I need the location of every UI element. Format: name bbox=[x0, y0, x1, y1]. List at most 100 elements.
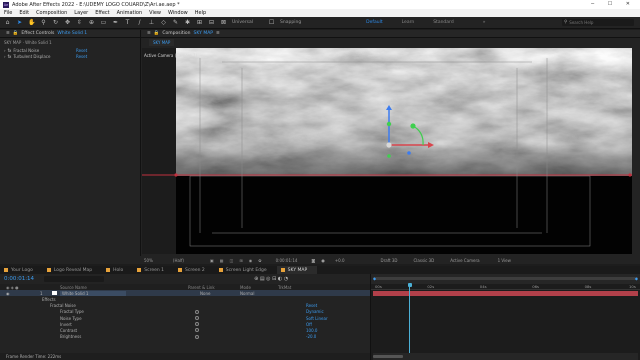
prop-value[interactable]: 100.0 bbox=[306, 328, 317, 333]
panel-lock-icon[interactable]: 🔒 bbox=[154, 31, 160, 36]
expand-arrow-icon[interactable]: › bbox=[4, 48, 6, 53]
panel-lock-icon[interactable]: 🔒 bbox=[13, 31, 19, 36]
camera-snapshot-icon[interactable]: ◙ bbox=[311, 258, 315, 263]
workspace-learn[interactable]: Learn bbox=[402, 20, 415, 25]
timeline-switches-icons[interactable]: ⊕ ▤ ◎ ⊟ ◐ ◔ bbox=[254, 276, 288, 282]
layer-duration-bar[interactable] bbox=[373, 291, 638, 296]
comp-flow-tab[interactable]: SKY MAP bbox=[149, 39, 175, 46]
menu-animation[interactable]: Animation bbox=[117, 10, 143, 16]
effect-row[interactable]: › fx Turbulent Displace Reset bbox=[0, 53, 140, 59]
prop-value[interactable]: Soft Linear bbox=[306, 316, 328, 321]
view-axis-icon[interactable]: ⊠ bbox=[220, 19, 227, 26]
playhead-handle[interactable] bbox=[407, 283, 412, 287]
show-channel-icon[interactable]: ● bbox=[321, 258, 325, 263]
zoom-dropdown[interactable]: 50% bbox=[144, 258, 153, 263]
stopwatch-icon[interactable] bbox=[195, 309, 199, 314]
stopwatch-icon[interactable] bbox=[195, 334, 199, 339]
viewer-canvas[interactable] bbox=[142, 48, 632, 254]
navigator-bar[interactable] bbox=[373, 277, 638, 280]
panel-menu-icon[interactable]: ≡ bbox=[147, 31, 151, 36]
current-time-display[interactable]: 0:00:01:14 bbox=[276, 258, 298, 263]
effect-controls-tab[interactable]: ≡ 🔒 Effect Controls White Solid 1 bbox=[0, 30, 140, 38]
prop-value[interactable]: Dynamic bbox=[306, 309, 324, 314]
tab-screen-1[interactable]: Screen 1 bbox=[133, 266, 174, 274]
camera-view-dropdown[interactable]: Active Camera bbox=[450, 258, 479, 263]
eraser-icon[interactable]: ◇ bbox=[160, 19, 167, 26]
renderer-dropdown[interactable]: Classic 3D bbox=[414, 258, 435, 263]
orbit-camera-icon[interactable]: ↻ bbox=[52, 19, 59, 26]
tab-menu-icon[interactable]: ≡ bbox=[216, 31, 220, 36]
rectangle-tool-icon[interactable]: ▭ bbox=[100, 19, 107, 26]
roto-brush-icon[interactable]: ✎ bbox=[172, 19, 179, 26]
mode-dropdown[interactable]: Normal bbox=[240, 291, 254, 296]
z-handle[interactable] bbox=[386, 121, 392, 127]
menu-window[interactable]: Window bbox=[168, 10, 188, 16]
parent-dropdown[interactable]: None bbox=[200, 291, 210, 296]
zoom-tool-icon[interactable]: ⚲ bbox=[40, 19, 47, 26]
mask-visibility-icon[interactable]: ◫ bbox=[230, 258, 234, 263]
zoom-slider[interactable] bbox=[373, 355, 403, 358]
work-area-start-icon[interactable]: ◆ bbox=[373, 276, 376, 281]
panel-menu-icon[interactable]: ≡ bbox=[6, 31, 10, 36]
color-channel-icon[interactable]: ✿ bbox=[258, 258, 261, 263]
pan-behind-icon[interactable]: ⊕ bbox=[88, 19, 95, 26]
workspace-default[interactable]: Default bbox=[366, 20, 382, 25]
horizon-handle-left[interactable] bbox=[174, 173, 178, 177]
search-help-box[interactable]: ⚲ Search Help bbox=[562, 19, 634, 26]
local-axis-icon[interactable]: ⊞ bbox=[196, 19, 203, 26]
menu-edit[interactable]: Edit bbox=[19, 10, 29, 16]
workspace-overflow-icon[interactable]: » bbox=[483, 20, 486, 25]
pen-tool-icon[interactable]: ✒ bbox=[112, 19, 119, 26]
resolution-dropdown[interactable]: (Half) bbox=[173, 258, 184, 263]
snapping-checkbox[interactable]: ☐ bbox=[268, 19, 275, 26]
views-dropdown[interactable]: 1 View bbox=[498, 258, 511, 263]
selection-tool-icon[interactable]: ➤ bbox=[16, 19, 23, 26]
effect-reset-button[interactable]: Reset bbox=[76, 48, 87, 53]
trkmat-header[interactable]: TrkMat bbox=[278, 285, 291, 290]
menu-layer[interactable]: Layer bbox=[74, 10, 88, 16]
menu-view[interactable]: View bbox=[149, 10, 161, 16]
timeline-current-time[interactable]: 0:00:01:14 bbox=[4, 276, 34, 282]
pan-camera-icon[interactable]: ✥ bbox=[64, 19, 71, 26]
stopwatch-icon[interactable] bbox=[195, 328, 199, 333]
layer-name[interactable]: White Solid 1 bbox=[60, 290, 126, 296]
stopwatch-icon[interactable] bbox=[195, 322, 199, 327]
tab-screen-light-edge[interactable]: Screen Light Edge bbox=[215, 266, 277, 274]
fx-badge-icon[interactable]: fx bbox=[8, 48, 12, 53]
playhead[interactable] bbox=[409, 284, 411, 360]
gizmo-dot[interactable] bbox=[387, 154, 391, 158]
prop-row[interactable]: Brightness -20.0 bbox=[0, 334, 370, 340]
timeline-zoom-bar[interactable] bbox=[373, 353, 638, 360]
eye-icon[interactable]: ◉ bbox=[6, 291, 10, 296]
window-controls[interactable]: ─ ☐ ✕ bbox=[591, 1, 636, 7]
stopwatch-icon[interactable] bbox=[195, 316, 199, 321]
exposure-value[interactable]: +0.0 bbox=[335, 258, 345, 263]
source-name-header[interactable]: Source Name bbox=[60, 285, 87, 290]
tab-screen-2[interactable]: Screen 2 bbox=[174, 266, 215, 274]
parent-link-header[interactable]: Parent & Link bbox=[188, 285, 215, 290]
brush-tool-icon[interactable]: / bbox=[136, 19, 143, 26]
puppet-pin-icon[interactable]: ✱ bbox=[184, 19, 191, 26]
mode-header[interactable]: Mode bbox=[240, 285, 251, 290]
prop-value[interactable]: Off bbox=[306, 322, 312, 327]
tab-holo[interactable]: Holo bbox=[102, 266, 133, 274]
horizon-handle-right[interactable] bbox=[628, 173, 632, 177]
menu-effect[interactable]: Effect bbox=[95, 10, 109, 16]
z-axis-handle[interactable] bbox=[407, 151, 411, 155]
fx-badge-icon[interactable]: fx bbox=[8, 54, 12, 59]
prop-value[interactable]: -20.0 bbox=[306, 334, 316, 339]
transparency-grid-icon[interactable]: ▦ bbox=[220, 258, 224, 263]
timeline-search-input[interactable] bbox=[44, 276, 105, 282]
home-icon[interactable]: ⌂ bbox=[4, 19, 11, 26]
type-tool-icon[interactable]: T bbox=[124, 19, 131, 26]
region-of-interest-icon[interactable]: ▣ bbox=[210, 258, 214, 263]
timeline-graph[interactable]: ◆ ◆ 00s 02s 04s 06s 08s 10s bbox=[370, 274, 640, 360]
snapshot-icon[interactable]: ◉ bbox=[249, 258, 253, 263]
dolly-camera-icon[interactable]: ⇳ bbox=[76, 19, 83, 26]
workspace-standard[interactable]: Standard bbox=[433, 20, 453, 25]
prop-value[interactable]: Reset bbox=[306, 303, 317, 308]
world-axis-icon[interactable]: ⊟ bbox=[208, 19, 215, 26]
draft-3d-toggle[interactable]: Draft 3D bbox=[381, 258, 398, 263]
guides-icon[interactable]: ⊞ bbox=[239, 258, 242, 263]
tab-your-logo[interactable]: Your Logo bbox=[0, 266, 43, 274]
